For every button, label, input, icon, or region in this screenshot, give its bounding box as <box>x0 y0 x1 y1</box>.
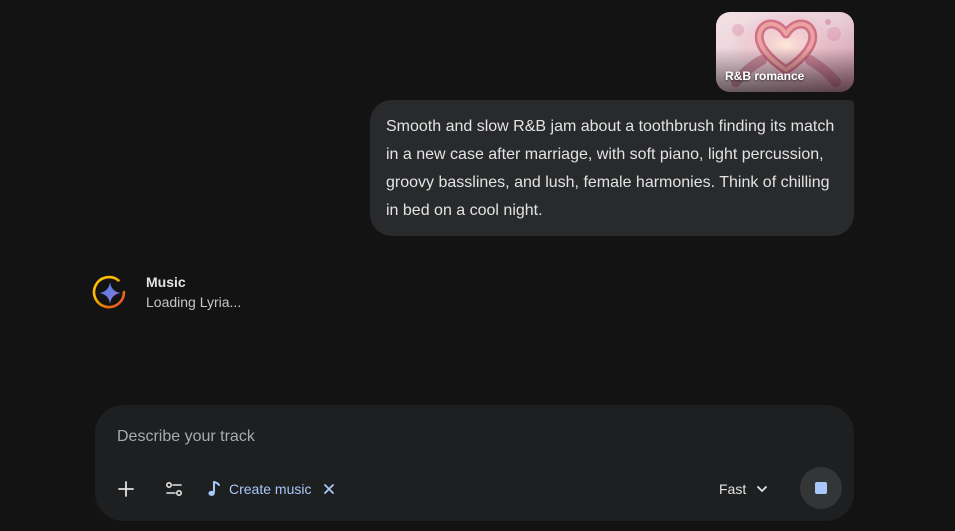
music-chat-page: R&B romance Smooth and slow R&B jam abou… <box>0 0 955 531</box>
plus-icon <box>118 481 134 497</box>
response-title: Music <box>146 274 186 290</box>
user-message-bubble: Smooth and slow R&B jam about a toothbru… <box>370 100 854 236</box>
attachment-thumbnail[interactable]: R&B romance <box>716 12 854 92</box>
prompt-input[interactable] <box>117 423 717 451</box>
chevron-down-icon <box>757 486 768 492</box>
stop-icon <box>815 482 827 494</box>
tools-sliders-icon <box>165 481 183 497</box>
stop-button[interactable] <box>800 467 842 509</box>
composer: Create music Fast <box>95 405 854 521</box>
mode-selector[interactable]: Fast <box>719 475 768 503</box>
create-music-label: Create music <box>229 481 312 497</box>
attachment-label: R&B romance <box>725 69 805 83</box>
music-note-icon <box>208 481 220 496</box>
mode-label: Fast <box>719 481 747 497</box>
response-block: Music Loading Lyria... <box>92 272 241 312</box>
close-icon <box>324 484 335 494</box>
response-status: Loading Lyria... <box>146 294 242 310</box>
remove-chip-button[interactable] <box>321 481 337 497</box>
tools-button[interactable] <box>158 473 190 505</box>
create-music-chip[interactable]: Create music <box>207 475 337 503</box>
gemini-spark-icon <box>92 275 126 309</box>
add-button[interactable] <box>110 473 142 505</box>
user-message-text: Smooth and slow R&B jam about a toothbru… <box>386 118 835 219</box>
